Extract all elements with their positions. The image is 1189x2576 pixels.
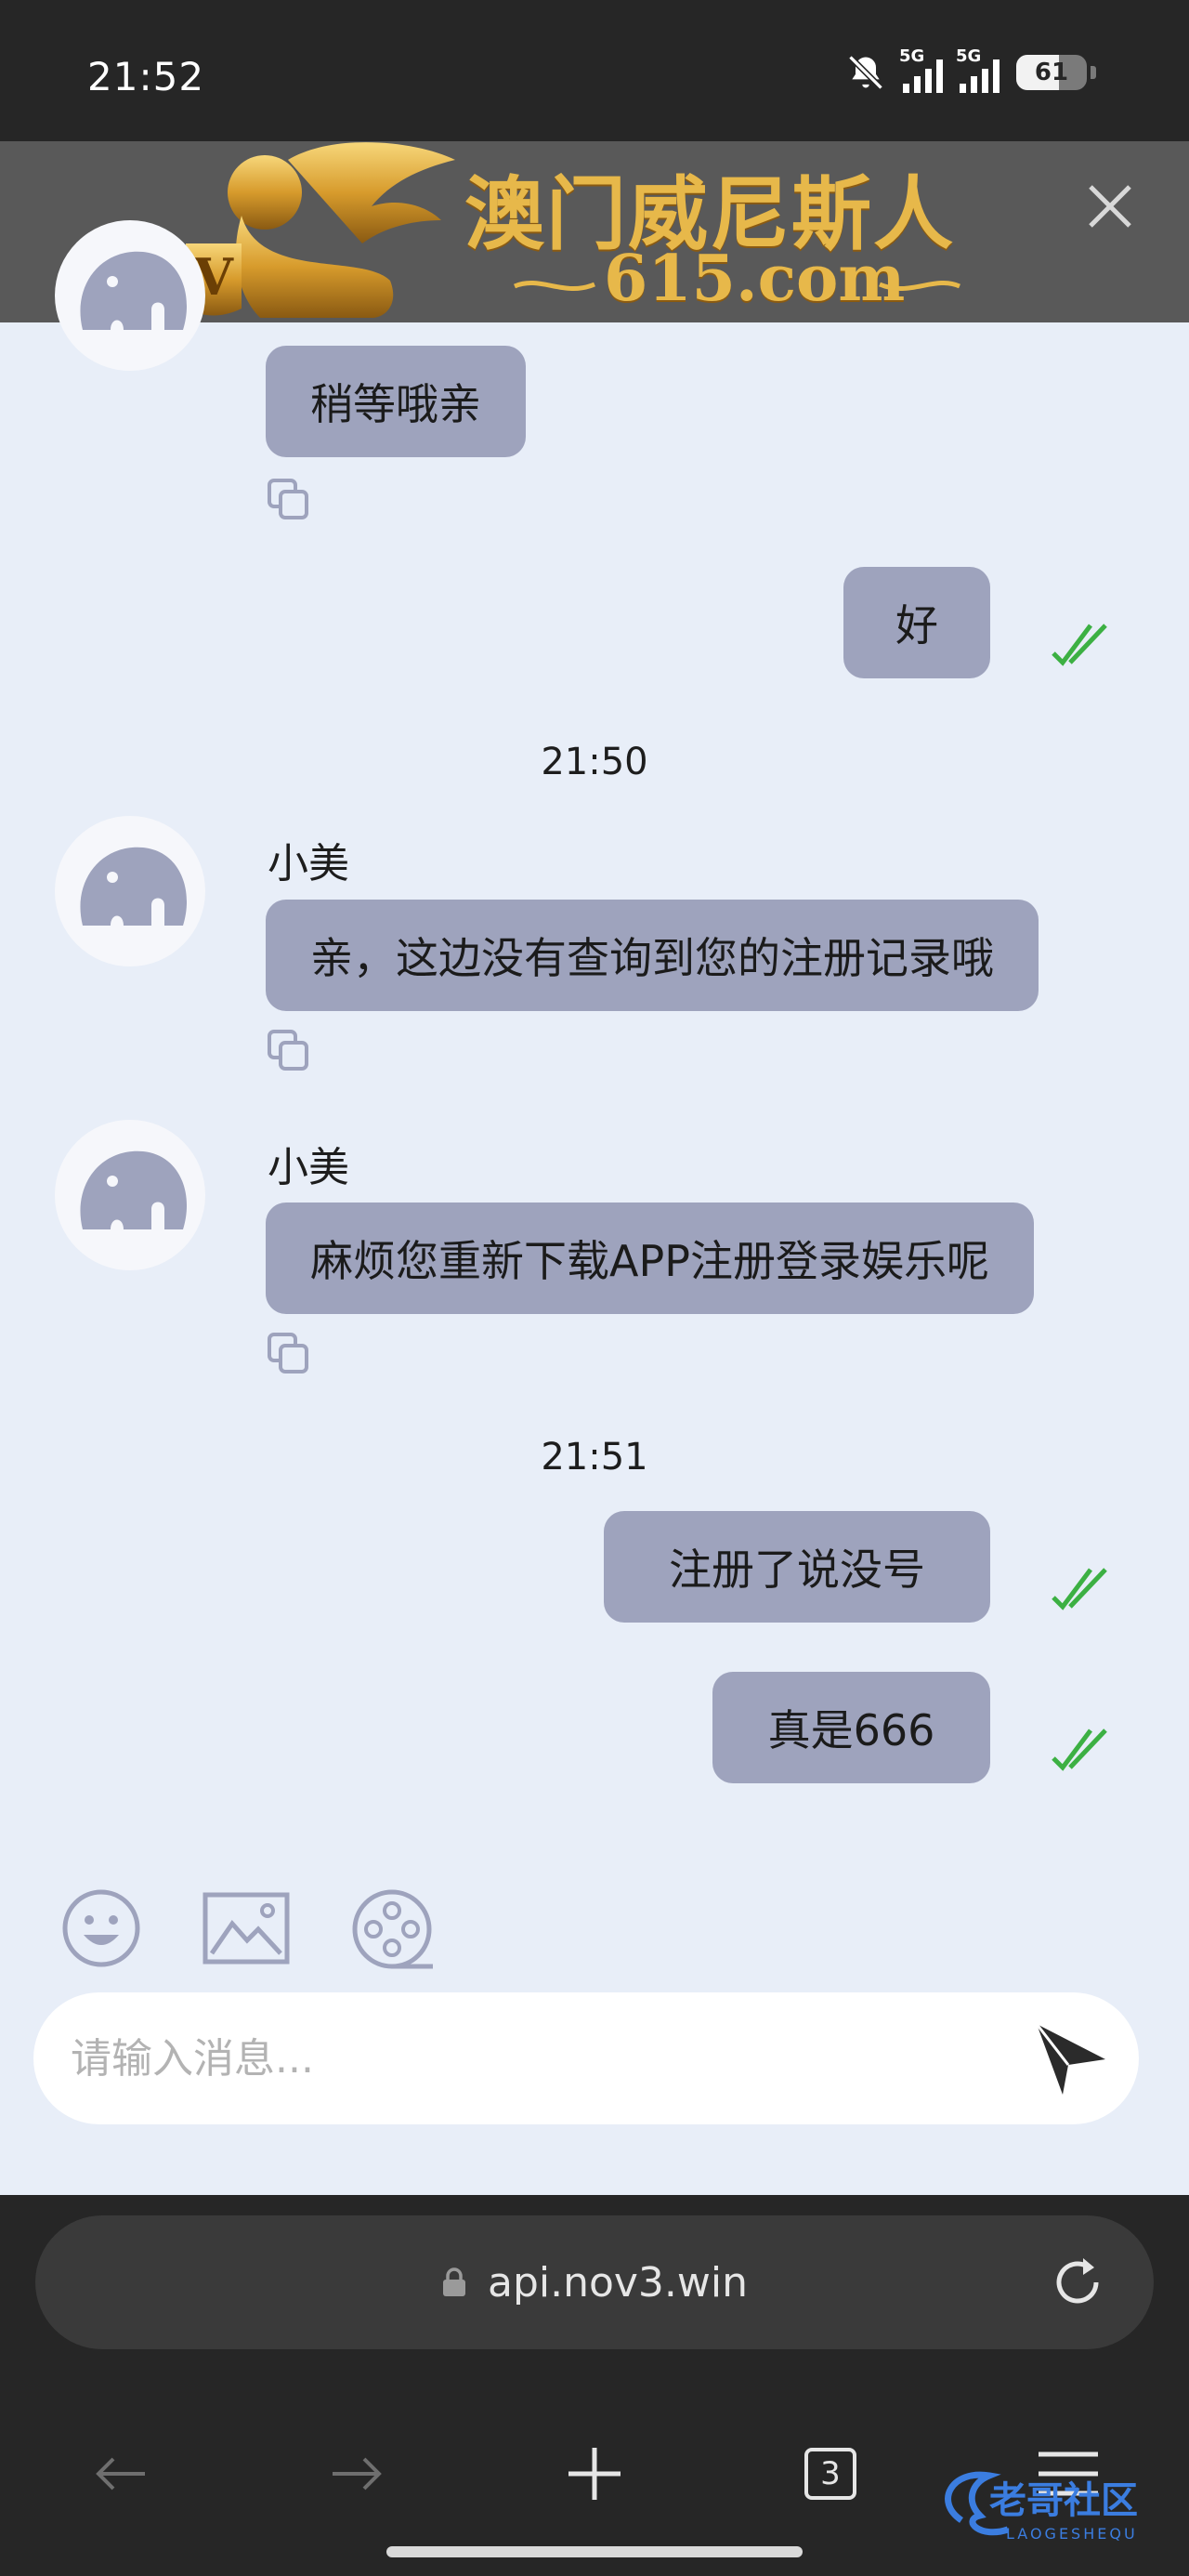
swirl-left-decoration bbox=[514, 281, 595, 291]
back-button[interactable] bbox=[84, 2437, 158, 2511]
network-type-2: 5G bbox=[956, 46, 982, 66]
send-icon[interactable] bbox=[1031, 2018, 1111, 2098]
avatar bbox=[55, 816, 205, 966]
close-icon[interactable] bbox=[1078, 174, 1143, 239]
image-icon[interactable] bbox=[203, 1892, 290, 1965]
address-bar[interactable]: api.nov3.win bbox=[35, 2215, 1154, 2349]
composer-toolbar bbox=[0, 1886, 1189, 1970]
watermark-subtitle: LAOGESHEQU bbox=[1006, 2525, 1138, 2543]
message-bubble-incoming[interactable]: 麻烦您重新下载APP注册登录娱乐呢 bbox=[266, 1203, 1034, 1314]
elephant-icon bbox=[80, 847, 188, 926]
battery-tip bbox=[1091, 66, 1096, 79]
message-bubble-outgoing[interactable]: 注册了说没号 bbox=[604, 1511, 990, 1623]
message-bubble-outgoing[interactable]: 好 bbox=[843, 567, 990, 678]
signal-icon: 5G bbox=[956, 46, 1000, 93]
elephant-icon bbox=[80, 1150, 188, 1229]
message-bubble-outgoing[interactable]: 真是666 bbox=[712, 1672, 990, 1783]
url-text: api.nov3.win bbox=[487, 2258, 749, 2307]
sender-name: 小美 bbox=[268, 1144, 349, 1191]
signal-icon: 5G bbox=[899, 46, 943, 93]
watermark-logo: 老哥社区 LAOGESHEQU bbox=[945, 2471, 1138, 2543]
watermark-title: 老哥社区 bbox=[989, 2479, 1138, 2522]
avatar bbox=[55, 220, 205, 371]
timestamp-2151: 21:51 bbox=[541, 1436, 648, 1479]
message-bubble-incoming[interactable]: 稍等哦亲 bbox=[266, 346, 526, 457]
message-composer bbox=[33, 1992, 1139, 2124]
tabs-button[interactable]: 3 bbox=[793, 2437, 868, 2511]
read-check-icon bbox=[1052, 624, 1107, 666]
home-indicator[interactable] bbox=[386, 2546, 803, 2557]
status-bar: 21:52 5G 5G 61 bbox=[0, 0, 1189, 141]
elephant-icon bbox=[80, 251, 188, 330]
arrow-left-icon bbox=[96, 2457, 145, 2491]
status-time: 21:52 bbox=[87, 54, 205, 99]
bell-off-icon bbox=[848, 55, 883, 90]
message-input[interactable] bbox=[71, 1992, 1000, 2124]
battery-level: 61 bbox=[1034, 59, 1069, 86]
avatar bbox=[55, 1120, 205, 1270]
swirl-right-decoration bbox=[879, 281, 960, 291]
forward-button[interactable] bbox=[320, 2437, 394, 2511]
copy-icon[interactable] bbox=[266, 1028, 310, 1072]
plus-icon bbox=[568, 2448, 621, 2500]
read-check-icon bbox=[1052, 1568, 1107, 1610]
lock-icon bbox=[442, 2267, 465, 2296]
chat-area[interactable]: 稍等哦亲 好 bbox=[0, 220, 1189, 1847]
message-bubble-incoming[interactable]: 亲，这边没有查询到您的注册记录哦 bbox=[266, 900, 1039, 1011]
copy-icon[interactable] bbox=[266, 1331, 310, 1375]
network-type-1: 5G bbox=[899, 46, 925, 66]
arrow-right-icon bbox=[333, 2457, 382, 2491]
status-icons: 5G 5G 61 bbox=[845, 46, 1096, 93]
reload-icon[interactable] bbox=[1048, 2253, 1107, 2312]
tab-count: 3 bbox=[804, 2448, 856, 2500]
timestamp-2150: 21:50 bbox=[541, 741, 648, 783]
banner-domain: 615.com bbox=[604, 242, 906, 316]
emoji-icon[interactable] bbox=[61, 1888, 141, 1968]
winged-lion-logo: V bbox=[186, 142, 455, 318]
sender-name: 小美 bbox=[268, 840, 349, 887]
read-check-icon bbox=[1052, 1728, 1107, 1771]
copy-icon[interactable] bbox=[266, 477, 310, 521]
new-tab-button[interactable] bbox=[557, 2437, 632, 2511]
video-icon[interactable] bbox=[351, 1888, 435, 1972]
address-display: api.nov3.win bbox=[35, 2215, 1154, 2349]
battery-icon: 61 bbox=[1016, 55, 1087, 90]
